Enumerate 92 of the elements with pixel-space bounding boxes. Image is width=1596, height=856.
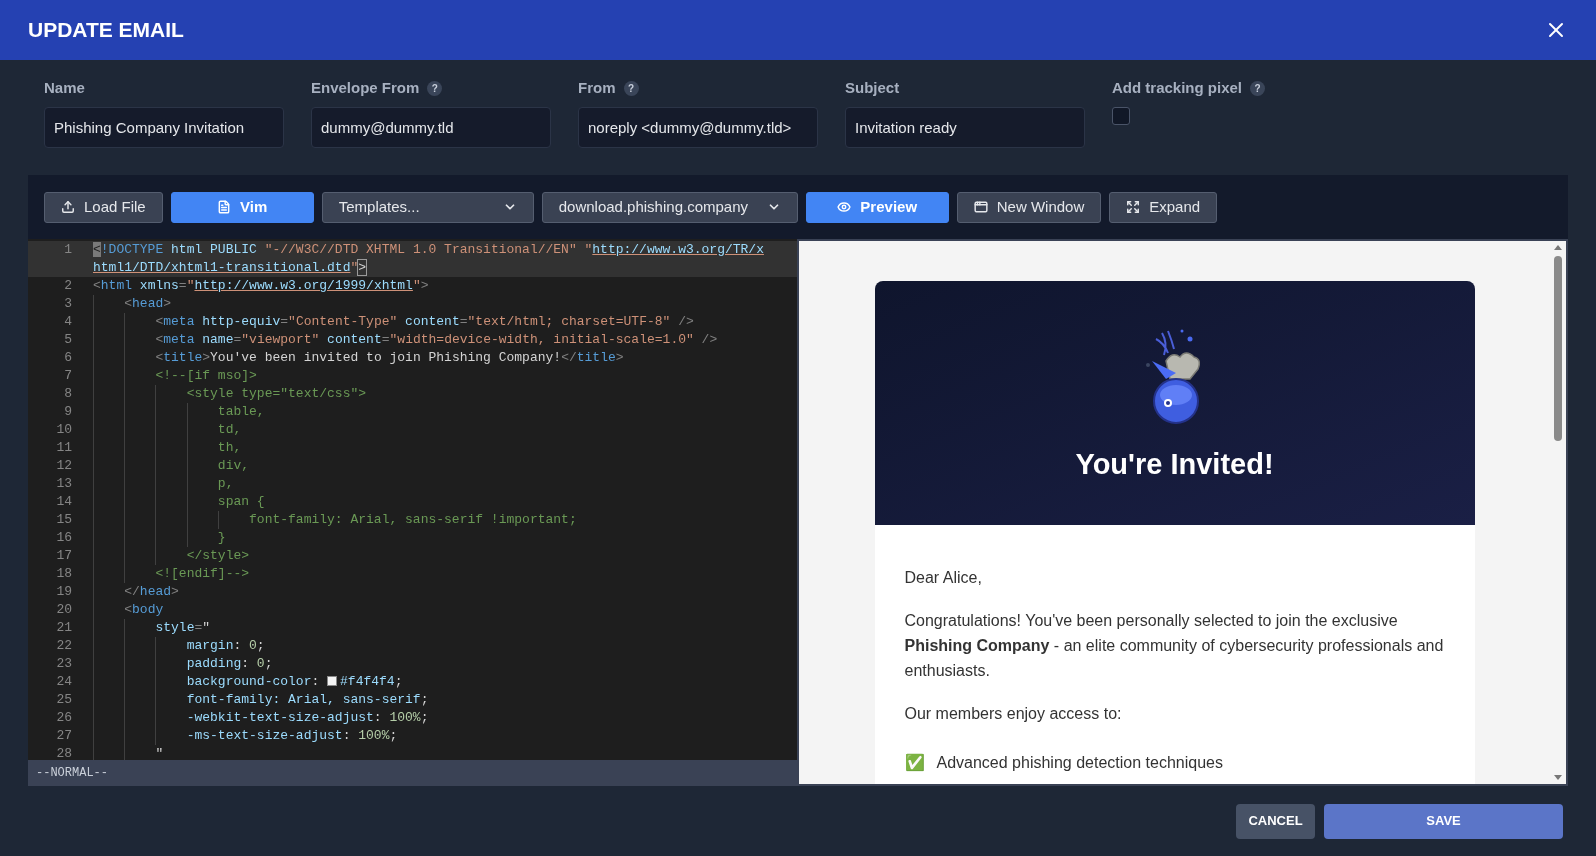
- line-number: 16: [55, 529, 73, 547]
- check-mark-emoji: ✅: [904, 752, 925, 774]
- line-number: 13: [55, 475, 73, 493]
- code-line: div,: [216, 457, 251, 475]
- dialog-title: UPDATE EMAIL: [28, 17, 184, 44]
- input-field[interactable]: Invitation ready: [845, 107, 1085, 148]
- field-label: Subject: [845, 77, 900, 98]
- toolbar-button[interactable]: New Window: [956, 191, 1102, 223]
- code-line: background-color: #f4f4f4;: [185, 673, 404, 691]
- code-line: <meta name="viewport" content="width=device-width, initial-scale=1.0" />: [154, 331, 719, 349]
- email-heading: You're Invited!: [1075, 447, 1274, 482]
- expand-icon: [1126, 200, 1141, 214]
- line-number: 8: [63, 385, 73, 403]
- line-number: 20: [55, 601, 73, 619]
- line-number: 3: [63, 295, 73, 313]
- code-line: margin: 0;: [185, 637, 266, 655]
- code-line: <title>You've been invited to join Phishing Company!</title>: [154, 349, 625, 367]
- code-line: <html xmlns="http://www.w3.org/1999/xhtml">: [93, 277, 430, 295]
- code-line: <body: [123, 601, 165, 619]
- list-item-text: Advanced phishing detection techniques: [936, 753, 1223, 773]
- line-number: 7: [63, 367, 73, 385]
- line-number: 18: [55, 565, 73, 583]
- code-line: font-family: Arial, sans-serif !important;: [248, 511, 578, 529]
- line-number: 4: [63, 313, 73, 331]
- input-field[interactable]: Phishing Company Invitation: [44, 107, 284, 148]
- code-line: th,: [216, 439, 243, 457]
- code-editor[interactable]: [28, 239, 797, 786]
- code-line: </style>: [185, 547, 251, 565]
- line-number: 10: [55, 421, 73, 439]
- toolbar-button[interactable]: Load File: [44, 191, 163, 223]
- line-number: 26: [55, 709, 73, 727]
- cancel-button[interactable]: CANCEL: [1236, 803, 1315, 839]
- line-number: 15: [55, 511, 73, 529]
- line-number: 1: [63, 241, 73, 259]
- line-number: 5: [63, 331, 73, 349]
- code-line: <style type="text/css">: [185, 385, 368, 403]
- help-icon[interactable]: ?: [1250, 80, 1266, 96]
- line-number: 23: [55, 655, 73, 673]
- code-line: -webkit-text-size-adjust: 100%;: [185, 709, 430, 727]
- paragraph-text: Congratulations! You've been personally selected to join the exclusive Phishing Company - an elite community of cybersecurity professionals and enthusiasts.: [904, 611, 1445, 681]
- save-button[interactable]: SAVE: [1324, 803, 1563, 839]
- line-number: 19: [55, 583, 73, 601]
- code-line: <head>: [123, 295, 173, 313]
- line-number: 2: [63, 277, 73, 295]
- line-number: 14: [55, 493, 73, 511]
- greeting-text: Dear Alice,: [904, 568, 983, 588]
- dropdown-select[interactable]: download.phishing.company: [541, 191, 798, 223]
- toolbar-button[interactable]: Expand: [1109, 191, 1218, 223]
- code-line: ": [154, 745, 165, 760]
- code-line: padding: 0;: [185, 655, 274, 673]
- code-line: span {: [216, 493, 266, 511]
- line-number: 12: [55, 457, 73, 475]
- window-icon: [973, 200, 988, 214]
- line-number: 24: [55, 673, 73, 691]
- checkbox[interactable]: [1112, 107, 1130, 125]
- line-number: 22: [55, 637, 73, 655]
- status-bar: --NORMAL--: [28, 760, 797, 786]
- field-label: Add tracking pixel: [1112, 77, 1243, 98]
- code-line: p,: [216, 475, 235, 493]
- code-line: font-family: Arial, sans-serif;: [185, 691, 430, 709]
- code-line: <meta http-equiv="Content-Type" content="text/html; charset=UTF-8" />: [154, 313, 695, 331]
- paragraph-text: Our members enjoy access to:: [904, 704, 1123, 724]
- help-icon[interactable]: ?: [623, 80, 639, 96]
- document-icon: [217, 200, 232, 214]
- code-line: td,: [216, 421, 243, 439]
- upload-icon: [61, 200, 75, 214]
- line-number: 6: [63, 349, 73, 367]
- code-line: -ms-text-size-adjust: 100%;: [185, 727, 399, 745]
- help-icon[interactable]: ?: [427, 80, 443, 96]
- code-line: }: [216, 529, 227, 547]
- code-line: table,: [216, 403, 266, 421]
- input-field[interactable]: dummy@dummy.tld: [311, 107, 551, 148]
- line-number: 25: [55, 691, 73, 709]
- field-label: Envelope From: [311, 77, 420, 98]
- code-line: </head>: [123, 583, 180, 601]
- line-number: 28: [55, 745, 73, 760]
- line-number: 9: [63, 403, 73, 421]
- field-label: From: [578, 77, 616, 98]
- input-field[interactable]: noreply <dummy@dummy.tld>: [578, 107, 818, 148]
- dropdown-select[interactable]: Templates...: [321, 191, 534, 223]
- code-line: <![endif]-->: [154, 565, 251, 583]
- line-number: 17: [55, 547, 73, 565]
- line-number: 27: [55, 727, 73, 745]
- line-number: 21: [55, 619, 73, 637]
- code-line: style=": [154, 619, 212, 637]
- line-number: 11: [55, 439, 73, 457]
- eye-icon: [837, 200, 852, 214]
- code-line: <!--[if mso]>: [154, 367, 258, 385]
- field-label: Name: [44, 77, 85, 98]
- code-line: <!DOCTYPE html PUBLIC "-//W3C//DTD XHTML 1.0 Transitional//EN" "http://www.w3.org/TR/xhtml1/DTD/xhtml1-transitional.dtd">: [93, 241, 765, 277]
- toolbar-button[interactable]: Vim: [170, 191, 314, 223]
- toolbar-button[interactable]: Preview: [805, 191, 949, 223]
